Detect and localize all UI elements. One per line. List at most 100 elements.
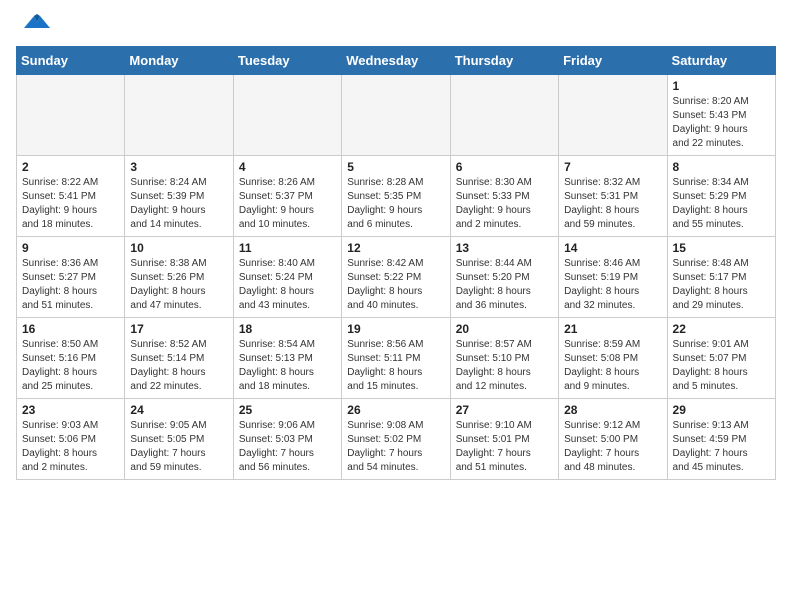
calendar-table: SundayMondayTuesdayWednesdayThursdayFrid… <box>16 46 776 480</box>
calendar-day-cell: 29 Sunrise: 9:13 AM Sunset: 4:59 PM Dayli… <box>667 399 775 480</box>
calendar-day-cell: 14 Sunrise: 8:46 AM Sunset: 5:19 PM Dayli… <box>559 237 667 318</box>
calendar-header-saturday: Saturday <box>667 47 775 75</box>
day-number: 24 <box>130 403 227 417</box>
day-info: Sunrise: 9:08 AM Sunset: 5:02 PM Dayligh… <box>347 419 444 475</box>
day-number: 21 <box>564 322 661 336</box>
day-info: Sunrise: 8:48 AM Sunset: 5:17 PM Dayligh… <box>673 257 770 313</box>
calendar-day-cell: 12 Sunrise: 8:42 AM Sunset: 5:22 PM Dayli… <box>342 237 450 318</box>
page-header <box>16 16 776 34</box>
day-info: Sunrise: 9:13 AM Sunset: 4:59 PM Dayligh… <box>673 419 770 475</box>
calendar-day-cell: 22 Sunrise: 9:01 AM Sunset: 5:07 PM Dayli… <box>667 318 775 399</box>
day-number: 17 <box>130 322 227 336</box>
calendar-day-cell <box>125 75 233 156</box>
day-number: 11 <box>239 241 336 255</box>
calendar-day-cell <box>559 75 667 156</box>
day-info: Sunrise: 9:12 AM Sunset: 5:00 PM Dayligh… <box>564 419 661 475</box>
day-info: Sunrise: 8:30 AM Sunset: 5:33 PM Dayligh… <box>456 176 553 232</box>
day-info: Sunrise: 8:57 AM Sunset: 5:10 PM Dayligh… <box>456 338 553 394</box>
calendar-day-cell: 6 Sunrise: 8:30 AM Sunset: 5:33 PM Daylig… <box>450 156 558 237</box>
calendar-day-cell: 2 Sunrise: 8:22 AM Sunset: 5:41 PM Daylig… <box>17 156 125 237</box>
day-info: Sunrise: 8:22 AM Sunset: 5:41 PM Dayligh… <box>22 176 119 232</box>
calendar-day-cell: 8 Sunrise: 8:34 AM Sunset: 5:29 PM Daylig… <box>667 156 775 237</box>
calendar-week-row: 9 Sunrise: 8:36 AM Sunset: 5:27 PM Daylig… <box>17 237 776 318</box>
day-number: 2 <box>22 160 119 174</box>
day-number: 10 <box>130 241 227 255</box>
day-info: Sunrise: 8:32 AM Sunset: 5:31 PM Dayligh… <box>564 176 661 232</box>
calendar-header-sunday: Sunday <box>17 47 125 75</box>
calendar-day-cell: 23 Sunrise: 9:03 AM Sunset: 5:06 PM Dayli… <box>17 399 125 480</box>
calendar-day-cell: 17 Sunrise: 8:52 AM Sunset: 5:14 PM Dayli… <box>125 318 233 399</box>
calendar-week-row: 2 Sunrise: 8:22 AM Sunset: 5:41 PM Daylig… <box>17 156 776 237</box>
day-number: 29 <box>673 403 770 417</box>
calendar-week-row: 23 Sunrise: 9:03 AM Sunset: 5:06 PM Dayli… <box>17 399 776 480</box>
calendar-header-tuesday: Tuesday <box>233 47 341 75</box>
day-info: Sunrise: 8:56 AM Sunset: 5:11 PM Dayligh… <box>347 338 444 394</box>
day-number: 8 <box>673 160 770 174</box>
day-number: 9 <box>22 241 119 255</box>
day-info: Sunrise: 8:52 AM Sunset: 5:14 PM Dayligh… <box>130 338 227 394</box>
calendar-day-cell: 28 Sunrise: 9:12 AM Sunset: 5:00 PM Dayli… <box>559 399 667 480</box>
calendar-day-cell: 7 Sunrise: 8:32 AM Sunset: 5:31 PM Daylig… <box>559 156 667 237</box>
calendar-header-friday: Friday <box>559 47 667 75</box>
day-number: 5 <box>347 160 444 174</box>
day-number: 15 <box>673 241 770 255</box>
day-info: Sunrise: 8:26 AM Sunset: 5:37 PM Dayligh… <box>239 176 336 232</box>
day-number: 18 <box>239 322 336 336</box>
calendar-day-cell: 3 Sunrise: 8:24 AM Sunset: 5:39 PM Daylig… <box>125 156 233 237</box>
calendar-day-cell <box>17 75 125 156</box>
calendar-week-row: 1 Sunrise: 8:20 AM Sunset: 5:43 PM Daylig… <box>17 75 776 156</box>
calendar-day-cell: 25 Sunrise: 9:06 AM Sunset: 5:03 PM Dayli… <box>233 399 341 480</box>
day-number: 28 <box>564 403 661 417</box>
logo-bird-icon <box>20 8 54 34</box>
day-info: Sunrise: 8:24 AM Sunset: 5:39 PM Dayligh… <box>130 176 227 232</box>
day-info: Sunrise: 8:40 AM Sunset: 5:24 PM Dayligh… <box>239 257 336 313</box>
day-number: 26 <box>347 403 444 417</box>
day-info: Sunrise: 8:20 AM Sunset: 5:43 PM Dayligh… <box>673 95 770 151</box>
day-number: 23 <box>22 403 119 417</box>
calendar-day-cell: 24 Sunrise: 9:05 AM Sunset: 5:05 PM Dayli… <box>125 399 233 480</box>
calendar-day-cell: 21 Sunrise: 8:59 AM Sunset: 5:08 PM Dayli… <box>559 318 667 399</box>
day-info: Sunrise: 8:36 AM Sunset: 5:27 PM Dayligh… <box>22 257 119 313</box>
calendar-day-cell: 4 Sunrise: 8:26 AM Sunset: 5:37 PM Daylig… <box>233 156 341 237</box>
day-number: 12 <box>347 241 444 255</box>
logo <box>16 16 54 34</box>
calendar-day-cell: 9 Sunrise: 8:36 AM Sunset: 5:27 PM Daylig… <box>17 237 125 318</box>
day-number: 14 <box>564 241 661 255</box>
day-number: 16 <box>22 322 119 336</box>
day-info: Sunrise: 8:42 AM Sunset: 5:22 PM Dayligh… <box>347 257 444 313</box>
day-number: 22 <box>673 322 770 336</box>
calendar-day-cell: 19 Sunrise: 8:56 AM Sunset: 5:11 PM Dayli… <box>342 318 450 399</box>
day-number: 3 <box>130 160 227 174</box>
calendar-day-cell: 10Sunrise: 8:38 AM Sunset: 5:26 PM Dayli… <box>125 237 233 318</box>
day-info: Sunrise: 9:06 AM Sunset: 5:03 PM Dayligh… <box>239 419 336 475</box>
day-number: 4 <box>239 160 336 174</box>
calendar-day-cell: 15 Sunrise: 8:48 AM Sunset: 5:17 PM Dayli… <box>667 237 775 318</box>
calendar-day-cell: 11 Sunrise: 8:40 AM Sunset: 5:24 PM Dayli… <box>233 237 341 318</box>
calendar-day-cell: 26 Sunrise: 9:08 AM Sunset: 5:02 PM Dayli… <box>342 399 450 480</box>
day-info: Sunrise: 9:05 AM Sunset: 5:05 PM Dayligh… <box>130 419 227 475</box>
day-number: 27 <box>456 403 553 417</box>
day-number: 1 <box>673 79 770 93</box>
day-info: Sunrise: 9:01 AM Sunset: 5:07 PM Dayligh… <box>673 338 770 394</box>
day-info: Sunrise: 9:03 AM Sunset: 5:06 PM Dayligh… <box>22 419 119 475</box>
day-info: Sunrise: 8:46 AM Sunset: 5:19 PM Dayligh… <box>564 257 661 313</box>
calendar-day-cell: 5Sunrise: 8:28 AM Sunset: 5:35 PM Daylig… <box>342 156 450 237</box>
day-info: Sunrise: 9:10 AM Sunset: 5:01 PM Dayligh… <box>456 419 553 475</box>
day-info: Sunrise: 8:44 AM Sunset: 5:20 PM Dayligh… <box>456 257 553 313</box>
day-number: 6 <box>456 160 553 174</box>
day-number: 7 <box>564 160 661 174</box>
calendar-header-thursday: Thursday <box>450 47 558 75</box>
day-info: Sunrise: 8:34 AM Sunset: 5:29 PM Dayligh… <box>673 176 770 232</box>
day-number: 19 <box>347 322 444 336</box>
day-number: 25 <box>239 403 336 417</box>
calendar-day-cell: 18Sunrise: 8:54 AM Sunset: 5:13 PM Dayli… <box>233 318 341 399</box>
day-info: Sunrise: 8:59 AM Sunset: 5:08 PM Dayligh… <box>564 338 661 394</box>
calendar-header-wednesday: Wednesday <box>342 47 450 75</box>
day-info: Sunrise: 8:50 AM Sunset: 5:16 PM Dayligh… <box>22 338 119 394</box>
calendar-week-row: 16 Sunrise: 8:50 AM Sunset: 5:16 PM Dayli… <box>17 318 776 399</box>
calendar-day-cell <box>342 75 450 156</box>
calendar-day-cell: 1 Sunrise: 8:20 AM Sunset: 5:43 PM Daylig… <box>667 75 775 156</box>
calendar-day-cell: 13Sunrise: 8:44 AM Sunset: 5:20 PM Dayli… <box>450 237 558 318</box>
calendar-header-row: SundayMondayTuesdayWednesdayThursdayFrid… <box>17 47 776 75</box>
calendar-day-cell: 16 Sunrise: 8:50 AM Sunset: 5:16 PM Dayli… <box>17 318 125 399</box>
